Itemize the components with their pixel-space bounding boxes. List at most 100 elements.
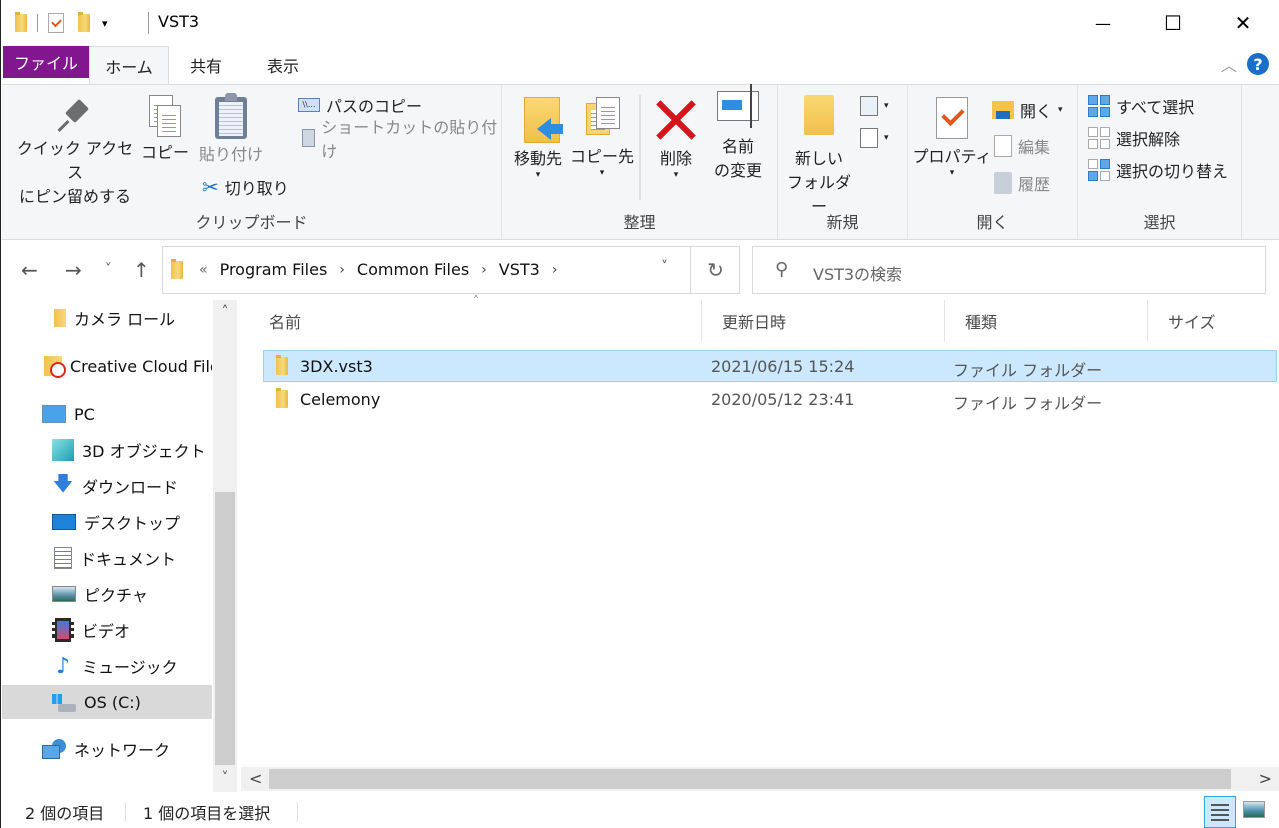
collapse-ribbon-icon[interactable]: ︿ — [1221, 52, 1237, 76]
breadcrumb-program-files[interactable]: Program Files — [220, 260, 328, 279]
cut-button[interactable]: ✂ 切り取り — [202, 174, 289, 200]
refresh-button[interactable]: ↻ — [690, 247, 740, 293]
details-view-icon-line — [1211, 813, 1229, 816]
select-none-button[interactable]: 選択解除 — [1088, 125, 1180, 151]
scroll-up-icon[interactable]: ˄ — [213, 304, 237, 320]
column-header-modified[interactable]: 更新日時 — [702, 300, 945, 342]
details-view-button[interactable] — [1204, 796, 1236, 828]
recent-locations-button[interactable]: ˅ — [105, 262, 112, 277]
status-separator — [297, 802, 298, 822]
new-folder-button[interactable]: 新しい フォルダー — [782, 95, 856, 219]
folder-icon — [276, 355, 288, 375]
maximize-button[interactable]: ☐ — [1139, 0, 1207, 46]
select-group: すべて選択 選択解除 選択の切り替え 選択 — [1078, 85, 1242, 239]
properties-dropdown-icon: ▾ — [949, 168, 955, 178]
clipboard-group-label: クリップボード — [195, 213, 308, 232]
search-placeholder: VST3の検索 — [813, 265, 903, 284]
nav-item-3d-objects[interactable]: 3D オブジェクト — [2, 433, 212, 467]
nav-pane-scrollbar[interactable]: ˄ ˅ — [213, 300, 237, 792]
nav-item-pc[interactable]: PC — [2, 397, 212, 431]
scrollbar-thumb[interactable] — [269, 769, 1231, 789]
status-bar: 2 個の項目 1 個の項目を選択 — [1, 796, 1279, 828]
paste-shortcut-button[interactable]: ショートカットの貼り付け — [302, 118, 501, 161]
nav-item-network[interactable]: ネットワーク — [2, 732, 212, 766]
rename-label-line1: 名前 — [721, 137, 754, 156]
breadcrumb-vst3[interactable]: VST3 — [499, 260, 540, 279]
paste-button[interactable]: 貼り付け — [196, 93, 266, 167]
nav-item-videos[interactable]: ビデオ — [2, 613, 212, 647]
scroll-down-icon[interactable]: ˅ — [213, 770, 237, 786]
breadcrumb-common-files[interactable]: Common Files — [357, 260, 469, 279]
scroll-right-icon[interactable]: > — [1259, 769, 1272, 788]
tab-home[interactable]: ホーム — [89, 46, 169, 84]
scroll-left-icon[interactable]: < — [249, 769, 262, 788]
address-bar[interactable]: « Program Files › Common Files › VST3 › … — [162, 246, 740, 294]
details-view-icon — [1211, 803, 1229, 806]
new-item-button[interactable]: ▾ — [860, 93, 889, 119]
new-folder-icon[interactable] — [78, 12, 90, 32]
rename-label-line2: の変更 — [713, 161, 762, 180]
minimize-button[interactable]: — — [1069, 0, 1137, 46]
copy-to-label: コピー先 — [570, 147, 635, 166]
breadcrumb-separator-icon[interactable]: › — [339, 262, 345, 278]
breadcrumb-separator-icon[interactable]: › — [481, 262, 487, 278]
nav-item-pictures[interactable]: ピクチャ — [2, 577, 212, 611]
copy-to-button[interactable]: コピー先 ▾ — [570, 93, 635, 178]
help-icon[interactable]: ? — [1247, 53, 1269, 75]
scrollbar-thumb[interactable] — [215, 492, 235, 765]
customize-dropdown-icon[interactable]: ▾ — [102, 18, 108, 29]
select-all-button[interactable]: すべて選択 — [1088, 93, 1194, 119]
cell-type: ファイル フォルダー — [953, 361, 1103, 380]
select-all-label: すべて選択 — [1116, 98, 1195, 117]
nav-item-downloads[interactable]: 🡇 ダウンロード — [2, 469, 212, 503]
open-button[interactable]: 開く ▾ — [992, 97, 1063, 123]
nav-item-music[interactable]: ♪ ミュージック — [2, 649, 212, 683]
tab-file[interactable]: ファイル — [3, 46, 89, 78]
folder-icon — [54, 309, 66, 327]
invert-selection-button[interactable]: 選択の切り替え — [1088, 157, 1228, 183]
breadcrumb: « Program Files › Common Files › VST3 › — [199, 260, 557, 279]
copy-button[interactable]: コピー — [140, 95, 190, 165]
table-row[interactable]: 3DX.vst3 2021/06/15 15:24 ファイル フォルダー — [263, 350, 1277, 382]
file-list-horizontal-scrollbar[interactable]: < > — [241, 767, 1279, 791]
history-button[interactable]: 履歴 — [994, 170, 1050, 196]
column-header-type[interactable]: 種類 — [945, 300, 1148, 342]
nav-item-label: ピクチャ — [84, 586, 148, 605]
tab-share[interactable]: 共有 — [169, 46, 243, 84]
file-list: ˄ 名前 更新日時 種類 サイズ 3DX.vst3 2021/06/15 15:… — [241, 294, 1279, 766]
delete-button[interactable]: 削除 ▾ — [648, 99, 704, 180]
properties-icon[interactable] — [48, 13, 64, 33]
edit-button[interactable]: 編集 — [994, 133, 1050, 159]
rename-button[interactable]: 名前 の変更 — [706, 84, 770, 183]
refresh-icon: ↻ — [707, 258, 724, 282]
easy-access-button[interactable]: ▾ — [860, 125, 889, 151]
easy-access-icon — [860, 128, 878, 148]
move-to-button[interactable]: 移動先 ▾ — [508, 97, 568, 180]
tab-view[interactable]: 表示 — [243, 46, 323, 84]
breadcrumb-separator-icon[interactable]: › — [552, 262, 558, 278]
properties-button[interactable]: プロパティ ▾ — [912, 97, 992, 178]
address-dropdown-icon[interactable]: ˅ — [661, 259, 668, 275]
search-box[interactable]: ⚲ VST3の検索 — [752, 246, 1266, 294]
column-header-name[interactable]: 名前 — [249, 300, 702, 342]
table-row[interactable]: Celemony 2020/05/12 23:41 ファイル フォルダー — [263, 383, 1277, 415]
nav-item-camera-roll[interactable]: カメラ ロール — [2, 301, 212, 335]
invert-selection-icon — [1088, 159, 1110, 181]
file-explorer-window: ▾ VST3 — ☐ ✕ ファイル ホーム 共有 表示 ︿ ? クイック アクセ… — [0, 0, 1279, 828]
select-all-icon — [1088, 95, 1110, 117]
nav-item-desktop[interactable]: デスクトップ — [2, 505, 212, 539]
column-header-size[interactable]: サイズ — [1148, 300, 1279, 342]
back-button[interactable]: ← — [21, 258, 38, 282]
nav-item-os-drive[interactable]: OS (C:) — [2, 685, 212, 719]
pin-quick-access-button[interactable]: クイック アクセス にピン留めする — [10, 99, 140, 209]
forward-button[interactable]: → — [65, 258, 82, 282]
large-icons-view-button[interactable] — [1243, 801, 1265, 818]
pin-icon — [58, 99, 92, 133]
breadcrumb-overflow[interactable]: « — [199, 262, 208, 278]
nav-item-documents[interactable]: ドキュメント — [2, 541, 212, 575]
up-button[interactable]: ↑ — [133, 258, 150, 282]
close-button[interactable]: ✕ — [1209, 0, 1277, 46]
nav-item-label: Creative Cloud Files — [70, 356, 212, 376]
nav-item-creative-cloud[interactable]: Creative Cloud Files — [2, 349, 212, 383]
open-group-label: 開く — [976, 213, 1009, 232]
